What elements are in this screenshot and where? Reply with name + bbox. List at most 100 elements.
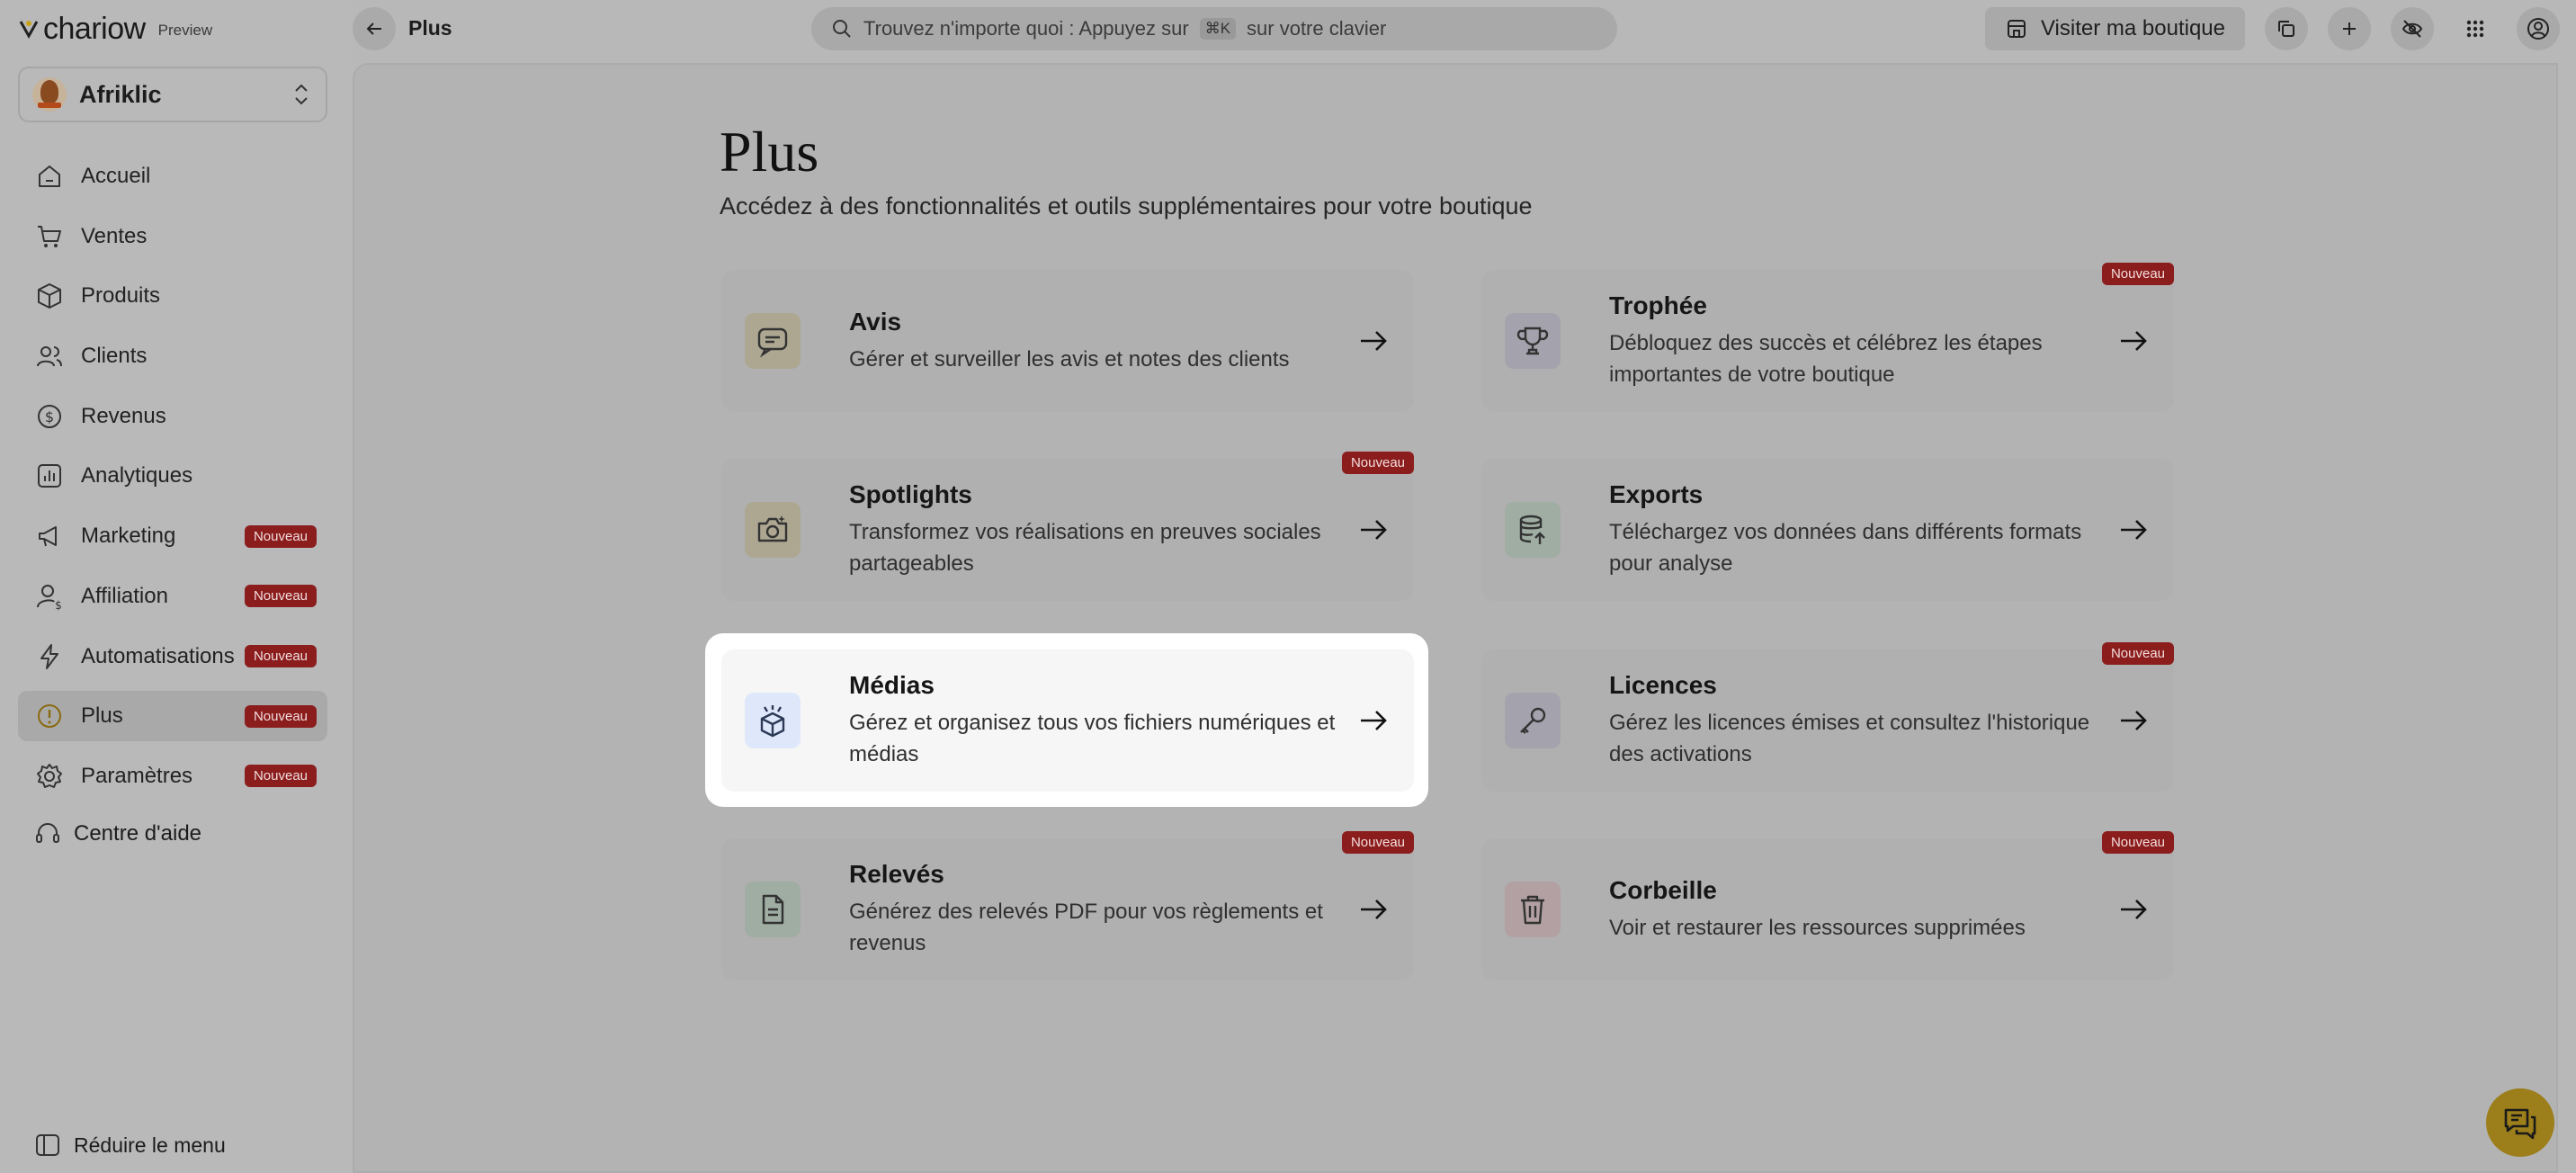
sidebar-item-analytiques[interactable]: Analytiques	[18, 451, 327, 501]
account-button[interactable]	[2517, 7, 2560, 50]
card-description: Gérez et organisez tous vos fichiers num…	[849, 711, 1336, 766]
arrow-right-icon	[1361, 520, 1387, 540]
arrow-left-icon	[366, 22, 381, 35]
help-center-label: Centre d'aide	[74, 821, 202, 846]
bolt-icon	[40, 643, 58, 669]
key-icon	[1505, 693, 1561, 748]
chat-icon	[2504, 1108, 2536, 1140]
dollar-icon: $	[38, 404, 61, 428]
store-icon	[2007, 20, 2026, 38]
store-name: Afriklic	[79, 80, 162, 108]
sidebar-item-label: Accueil	[81, 164, 151, 188]
collapse-menu-button[interactable]: Réduire le menu	[34, 1132, 226, 1159]
document-icon	[745, 882, 801, 937]
add-button[interactable]	[2328, 7, 2371, 50]
page-title: Plus	[720, 120, 819, 184]
new-badge: Nouveau	[244, 585, 317, 608]
user-icon	[2527, 18, 2549, 40]
new-badge: Nouveau	[244, 765, 317, 788]
visit-store-button[interactable]: Visiter ma boutique	[1984, 7, 2245, 50]
card-title: Trophée	[1609, 291, 1707, 319]
arrow-right-icon	[2121, 331, 2147, 351]
arrow-right-icon	[2121, 711, 2147, 730]
arrow-right-icon	[1361, 900, 1387, 919]
visibility-toggle-button[interactable]	[2391, 7, 2434, 50]
sidebar-item-revenus[interactable]: $ Revenus	[18, 391, 327, 442]
card-description: Téléchargez vos données dans différents …	[1609, 520, 2082, 576]
search-placeholder-suffix: sur votre clavier	[1247, 17, 1387, 40]
arrow-right-icon	[1361, 711, 1387, 730]
sidebar-item-marketing[interactable]: Marketing Nouveau	[18, 511, 327, 561]
message-icon	[745, 313, 801, 369]
card-title: Exports	[1609, 480, 1704, 508]
card-exports[interactable]: Exports Téléchargez vos données dans dif…	[1481, 459, 2174, 601]
back-button[interactable]	[353, 7, 396, 50]
sidebar-item-accueil[interactable]: Accueil	[18, 151, 327, 201]
eye-off-icon	[2402, 20, 2423, 38]
camera-icon	[745, 502, 801, 558]
sidebar-item-clients[interactable]: Clients	[18, 331, 327, 381]
arrow-right-icon	[1361, 331, 1387, 351]
arrow-right-icon	[2121, 520, 2147, 540]
card-licences[interactable]: Licences Gérez les licences émises et co…	[1481, 642, 2174, 792]
card-trophee[interactable]: Trophée Débloquez des succès et célébrez…	[1481, 263, 2174, 412]
store-selector[interactable]: Afriklic	[18, 67, 327, 122]
card-title: Spotlights	[849, 480, 972, 508]
search-icon	[833, 20, 851, 38]
card-description: Transformez vos réalisations en preuves …	[849, 520, 1321, 576]
duplicate-button[interactable]	[2265, 7, 2308, 50]
card-title: Licences	[1609, 671, 1717, 699]
logo-mark-icon	[19, 21, 39, 40]
new-badge: Nouveau	[244, 645, 317, 667]
box-icon	[38, 283, 61, 309]
apps-button[interactable]	[2454, 7, 2497, 50]
search-placeholder: Trouvez n'importe quoi : Appuyez sur	[863, 17, 1189, 40]
sidebar: chariow Preview Afriklic Accueil Ventes …	[0, 0, 353, 1173]
sidebar-item-automatisations[interactable]: Automatisations Nouveau	[18, 631, 327, 682]
card-medias[interactable]: Médias Gérez et organisez tous vos fichi…	[721, 649, 1414, 792]
new-badge: Nouveau	[1341, 452, 1414, 474]
card-releves[interactable]: Relevés Générez des relevés PDF pour vos…	[721, 831, 1414, 980]
media-box-icon	[745, 693, 801, 748]
card-avis[interactable]: Avis Gérer et surveiller les avis et not…	[721, 270, 1414, 412]
help-center-link[interactable]: Centre d'aide	[34, 820, 201, 847]
preview-label: Preview	[157, 22, 213, 39]
card-description: Générez des relevés PDF pour vos règleme…	[849, 900, 1323, 955]
copy-icon	[2278, 21, 2294, 37]
card-description: Gérez les licences émises et consultez l…	[1609, 711, 2090, 766]
new-badge: Nouveau	[1341, 831, 1414, 854]
main-content	[353, 63, 2558, 1173]
card-title: Médias	[849, 671, 935, 699]
logo-text: chariow	[43, 11, 146, 46]
card-corbeille[interactable]: Corbeille Voir et restaurer les ressourc…	[1481, 831, 2174, 980]
sidebar-item-label: Clients	[81, 344, 148, 369]
sidebar-item-affiliation[interactable]: $ Affiliation Nouveau	[18, 571, 327, 622]
search-input[interactable]: Trouvez n'importe quoi : Appuyez sur ⌘K …	[811, 7, 1617, 50]
collapse-menu-label: Réduire le menu	[74, 1133, 226, 1157]
new-badge: Nouveau	[2101, 642, 2174, 665]
trophy-icon	[1505, 313, 1561, 369]
sidebar-item-produits[interactable]: Produits	[18, 271, 327, 321]
grid-icon	[2466, 20, 2484, 38]
chart-icon	[38, 464, 61, 488]
chat-button[interactable]	[2486, 1088, 2554, 1157]
card-title: Avis	[849, 307, 902, 336]
topbar: Plus Trouvez n'importe quoi : Appuyez su…	[353, 0, 2576, 58]
sidebar-item-label: Analytiques	[81, 463, 193, 488]
card-description: Débloquez des succès et célébrez les éta…	[1609, 331, 2043, 387]
chevron-up-down-icon	[295, 84, 308, 105]
sidebar-item-parametres[interactable]: Paramètres Nouveau	[18, 751, 327, 801]
new-badge: Nouveau	[2101, 831, 2174, 854]
gear-icon	[37, 763, 62, 788]
card-spotlights[interactable]: Spotlights Transformez vos réalisations …	[721, 452, 1414, 601]
sidebar-item-label: Produits	[81, 283, 161, 309]
info-icon	[38, 704, 61, 729]
megaphone-icon	[39, 526, 57, 547]
arrow-right-icon	[2121, 900, 2147, 919]
svg-text:$: $	[45, 408, 54, 425]
sidebar-item-ventes[interactable]: Ventes	[18, 211, 327, 262]
logo[interactable]: chariow	[18, 12, 146, 47]
sidebar-item-plus[interactable]: Plus Nouveau	[18, 691, 327, 742]
card-description: Gérer et surveiller les avis et notes de…	[849, 346, 1290, 372]
card-title: Corbeille	[1609, 875, 1717, 904]
